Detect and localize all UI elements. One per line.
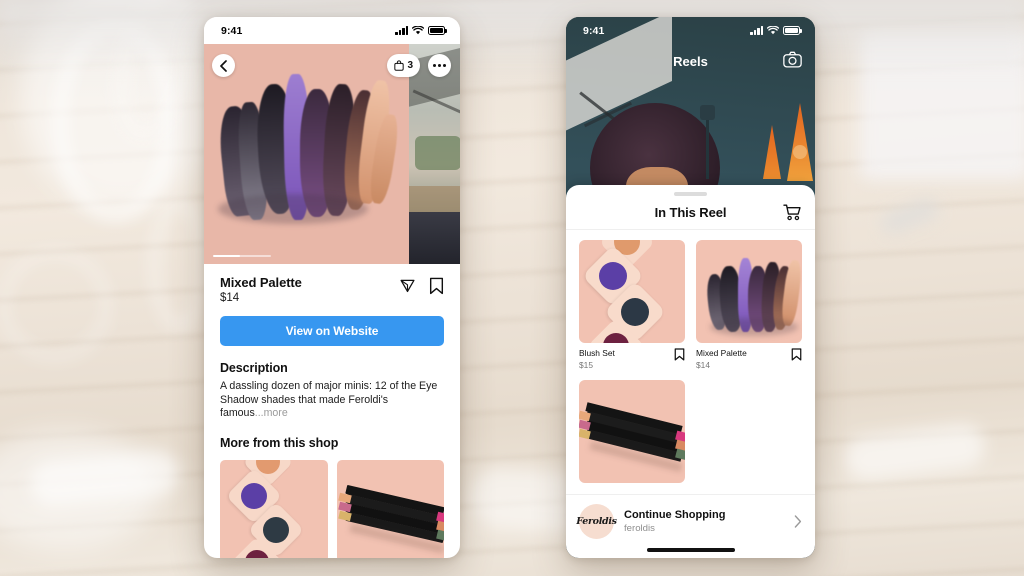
view-on-website-button[interactable]: View on Website (220, 316, 444, 346)
continue-shopping-row[interactable]: Feroldis Continue Shopping feroldis (566, 494, 815, 545)
camera-icon (783, 51, 802, 68)
cellular-signal-icon (395, 26, 408, 35)
avatar[interactable]: Feroldis (576, 504, 617, 539)
home-indicator-bar (646, 548, 735, 552)
cart-count: 3 (407, 60, 413, 71)
reel-product-text: Mixed Palette $14 (696, 348, 747, 370)
more-options-button[interactable] (428, 54, 451, 77)
status-indicators (750, 26, 802, 35)
shop-product-image-eye-shadow[interactable] (336, 459, 444, 558)
reel-products-grid: Blush Set $15 Mixed Palette $14 (579, 240, 802, 489)
product-title: Mixed Palette (220, 275, 302, 290)
battery-icon (783, 26, 802, 35)
shopping-bag-icon (394, 60, 405, 71)
background-photo (0, 0, 1024, 576)
shop-text: Continue Shopping feroldis (624, 509, 784, 534)
background-object-11 (0, 250, 110, 360)
cellular-signal-icon (750, 26, 763, 35)
reel-product-name: Mixed Palette (696, 348, 747, 358)
reel-product-name: Blush Set (579, 348, 615, 358)
status-bar-left: 9:41 (204, 17, 460, 44)
description-section: Description A dassling dozen of major mi… (204, 361, 460, 421)
sheet-title: In This Reel (654, 205, 727, 220)
reels-title: Reels (673, 53, 708, 69)
reel-products-list[interactable]: Blush Set $15 Mixed Palette $14 (566, 230, 815, 494)
wifi-icon (412, 26, 424, 35)
reel-product-meta (579, 488, 685, 490)
description-heading: Description (220, 361, 288, 375)
shopping-cart-icon (783, 204, 801, 221)
description-text: A dassling dozen of major minis: 12 of t… (220, 380, 444, 421)
in-this-reel-sheet: In This Reel Blush Set $15 Mixed Palette… (566, 185, 815, 558)
background-highlight (0, 0, 1024, 70)
product-name-price: Mixed Palette $14 (220, 275, 302, 304)
more-from-shop-heading: More from this shop (220, 435, 339, 450)
sheet-header: In This Reel (566, 196, 815, 230)
cart-count-button[interactable]: 3 (387, 54, 420, 77)
shop-product-tile[interactable]: Eye Shadow $14 (336, 459, 444, 558)
reel-product-meta: Blush Set $15 (579, 348, 685, 370)
reel-product-meta: Mixed Palette $14 (696, 348, 802, 370)
wifi-icon (767, 26, 779, 35)
chevron-left-icon (220, 59, 227, 72)
description-more-link[interactable]: ...more (255, 407, 288, 419)
back-button[interactable] (212, 54, 235, 77)
reels-header: Reels (566, 44, 815, 78)
continue-shopping-label: Continue Shopping (624, 509, 726, 521)
status-time: 9:41 (583, 24, 605, 37)
chevron-right-icon[interactable] (794, 515, 802, 528)
reel-product-price: $14 (696, 359, 710, 370)
more-from-shop-grid: Blush Set $15 (220, 459, 444, 558)
reel-product-image-mixed-palette[interactable] (696, 240, 802, 343)
background-object-10 (150, 200, 210, 330)
product-summary: Mixed Palette $14 (204, 264, 460, 304)
reel-product-tile[interactable] (579, 379, 685, 490)
status-time: 9:41 (221, 24, 243, 37)
phone-right-reels: 9:41 Reels In This Reel Blush Set $15 Mi… (566, 17, 815, 558)
share-paper-plane-icon[interactable] (399, 277, 416, 294)
shop-product-image-blush-set[interactable] (220, 459, 328, 558)
reel-product-tile[interactable]: Mixed Palette $14 (696, 240, 802, 370)
reel-product-price: $15 (579, 359, 593, 370)
more-options-icon (433, 64, 446, 67)
product-actions (399, 275, 444, 295)
product-image-carousel[interactable]: 3 (204, 44, 460, 264)
description-body: A dassling dozen of major minis: 12 of t… (220, 380, 438, 420)
shop-product-tile[interactable]: Blush Set $15 (220, 459, 328, 558)
reel-product-image-blush-set[interactable] (579, 240, 685, 343)
bookmark-icon[interactable] (791, 348, 802, 361)
reel-product-image-eye-shadow[interactable] (579, 379, 685, 483)
reel-product-tile[interactable]: Blush Set $15 (579, 240, 685, 370)
shop-handle: feroldis (624, 523, 655, 534)
battery-icon (428, 26, 447, 35)
more-from-shop-section: More from this shop Blush Set $15 (204, 436, 460, 558)
phone-left-product-detail: 9:41 3 Mixed Palette $14 View on Website… (204, 17, 460, 558)
bookmark-icon[interactable] (674, 348, 685, 361)
camera-button[interactable] (783, 51, 802, 71)
status-bar-right: 9:41 (566, 17, 815, 44)
product-hero-image-next[interactable] (409, 44, 460, 264)
product-price: $14 (220, 292, 240, 304)
status-indicators (395, 26, 447, 35)
cart-button[interactable] (783, 204, 802, 226)
product-hero-image[interactable] (204, 44, 409, 264)
bookmark-icon[interactable] (429, 277, 444, 295)
reel-product-text: Blush Set $15 (579, 348, 615, 370)
carousel-progress-bar (213, 254, 271, 257)
